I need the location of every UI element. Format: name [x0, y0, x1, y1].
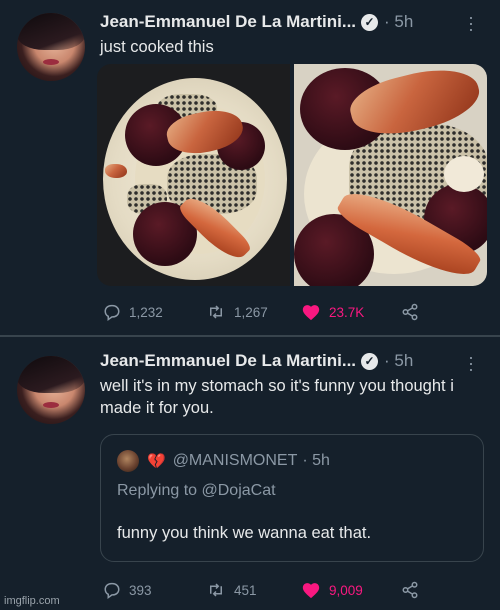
tweet-header: Jean-Emmanuel De La Martini... ✓ · 5h: [100, 12, 413, 32]
share-button[interactable]: [401, 303, 427, 321]
food-photo-2[interactable]: [294, 64, 487, 286]
reply-button[interactable]: 393: [103, 581, 206, 599]
retweet-count: 451: [234, 582, 257, 598]
tweet-media[interactable]: [97, 64, 487, 286]
tweet-divider: [0, 335, 500, 337]
quoted-replying-to: Replying to @DojaCat: [117, 482, 276, 499]
author-name[interactable]: Jean-Emmanuel De La Martini...: [100, 351, 356, 371]
avatar[interactable]: [17, 356, 85, 424]
reply-count: 1,232: [129, 304, 163, 320]
quoted-handle: @MANISMONET: [172, 452, 298, 469]
verified-icon: ✓: [361, 13, 379, 31]
tweet-header: Jean-Emmanuel De La Martini... ✓ · 5h: [100, 351, 413, 371]
reply-button[interactable]: 1,232: [103, 303, 206, 321]
like-count: 23.7K: [329, 304, 365, 320]
tweet-time[interactable]: · 5h: [384, 351, 413, 371]
reply-count: 393: [129, 582, 152, 598]
like-button[interactable]: 9,009: [301, 581, 401, 599]
heart-icon: [302, 305, 320, 321]
share-icon: [402, 581, 418, 599]
like-count: 9,009: [329, 582, 363, 598]
share-button[interactable]: [401, 581, 427, 599]
broken-heart-icon: 💔: [147, 453, 166, 470]
tweet-actions: 393 451 9,009: [103, 581, 433, 599]
quoted-text: funny you think we wanna eat that.: [117, 524, 372, 542]
tweet-text: well it's in my stomach so it's funny yo…: [100, 377, 454, 417]
tweet-time[interactable]: · 5h: [384, 12, 413, 32]
tweet-1[interactable]: Jean-Emmanuel De La Martini... ✓ · 5h · ·…: [0, 0, 500, 336]
more-icon[interactable]: · · ·: [468, 348, 474, 378]
retweet-icon: [210, 305, 222, 319]
reply-icon: [104, 582, 120, 599]
tweet-2[interactable]: Jean-Emmanuel De La Martini... ✓ · 5h · ·…: [0, 338, 500, 610]
heart-icon: [302, 583, 320, 599]
reply-icon: [104, 304, 120, 321]
watermark: imgflip.com: [4, 595, 60, 607]
tweet-actions: 1,232 1,267 23.7K: [103, 303, 433, 321]
like-button[interactable]: 23.7K: [301, 303, 401, 321]
quoted-avatar: [117, 450, 139, 472]
quoted-tweet-header: 💔 @MANISMONET · 5h: [117, 450, 330, 472]
retweet-button[interactable]: 451: [206, 581, 301, 599]
retweet-button[interactable]: 1,267: [206, 303, 301, 321]
quoted-tweet[interactable]: 💔 @MANISMONET · 5h Replying to @DojaCat …: [100, 434, 484, 562]
retweet-icon: [210, 583, 222, 597]
share-icon: [402, 303, 418, 321]
tweet-text: just cooked this: [100, 38, 214, 56]
food-photo-1[interactable]: [97, 64, 290, 286]
verified-icon: ✓: [361, 352, 379, 370]
replying-mention: @DojaCat: [201, 482, 276, 499]
avatar[interactable]: [17, 13, 85, 81]
more-icon[interactable]: · · ·: [468, 8, 474, 38]
retweet-count: 1,267: [234, 304, 268, 320]
quoted-time: · 5h: [302, 452, 330, 469]
author-name[interactable]: Jean-Emmanuel De La Martini...: [100, 12, 356, 32]
